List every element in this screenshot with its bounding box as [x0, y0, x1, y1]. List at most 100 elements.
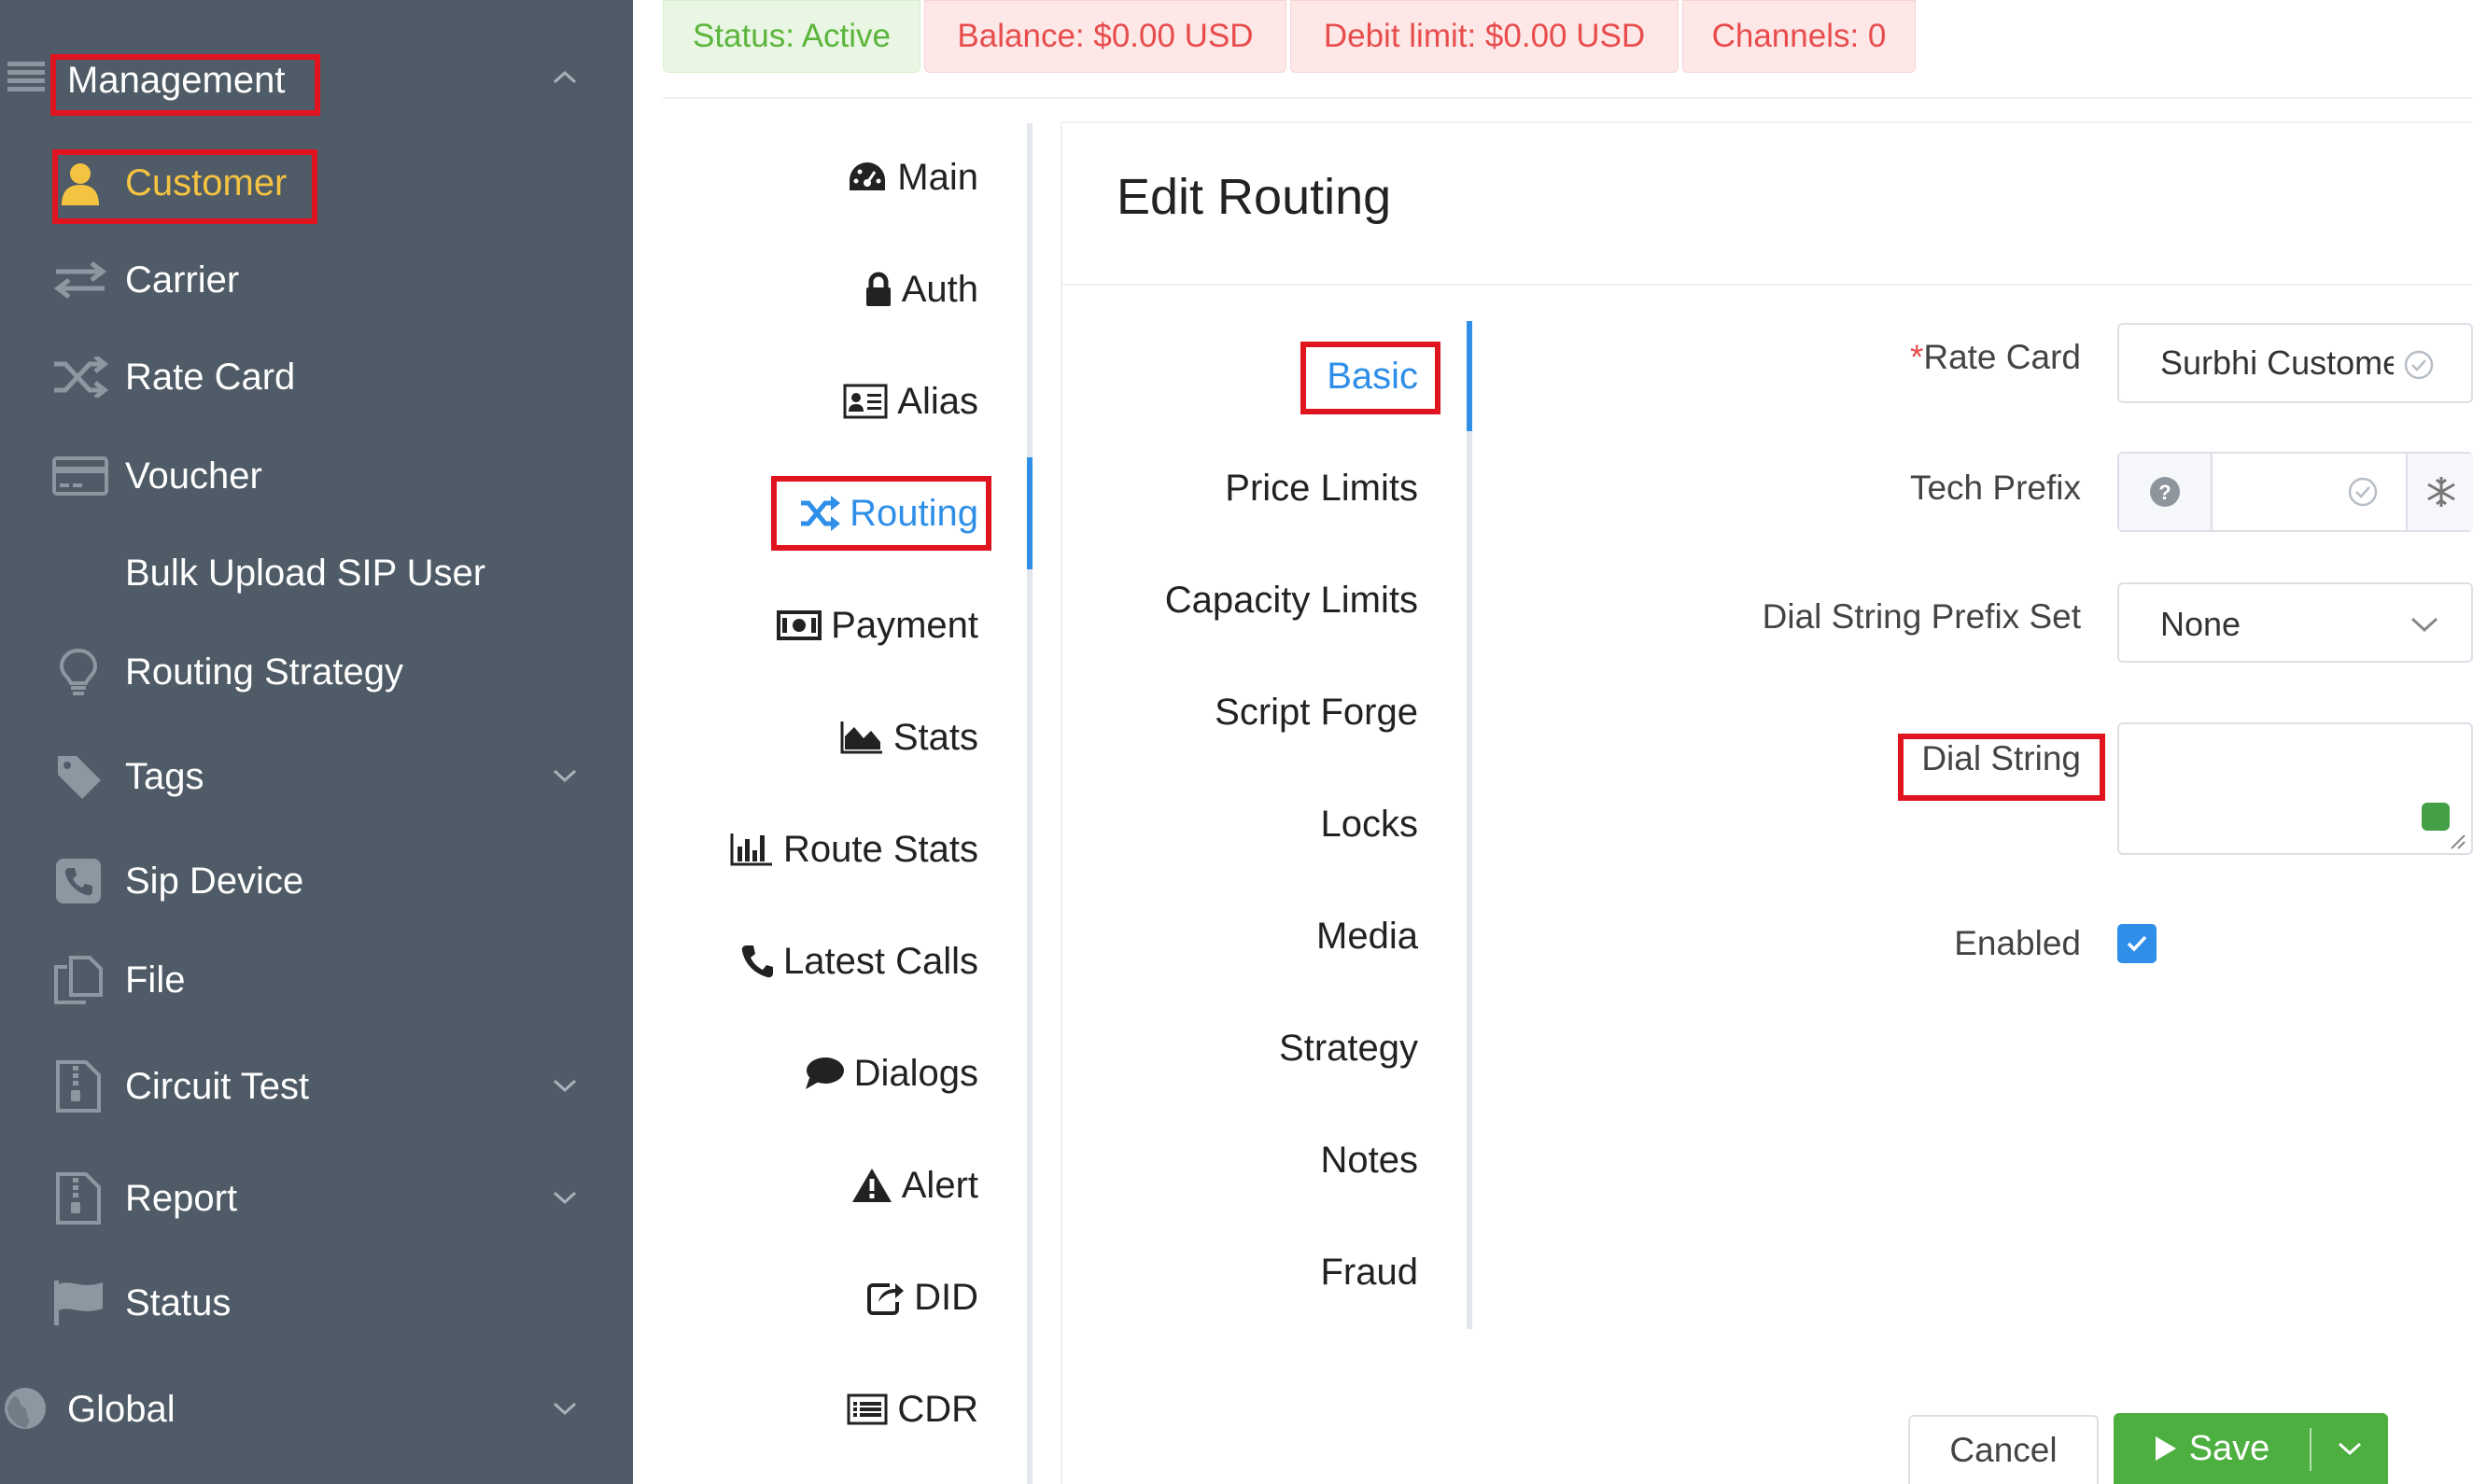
tab-main[interactable]: Main — [847, 145, 978, 210]
tab-label: DID — [914, 1276, 978, 1318]
rate-card-label-row: *Rate Card — [1910, 338, 2081, 377]
save-button-group: Save — [2114, 1413, 2388, 1484]
tab-stats[interactable]: Stats — [839, 705, 978, 770]
subtab-fraud[interactable]: Fraud — [1321, 1239, 1419, 1305]
enabled-checkbox[interactable] — [2117, 924, 2157, 963]
save-label: Save — [2188, 1428, 2270, 1468]
sidebar-item-rate-card[interactable]: Rate Card — [0, 340, 633, 414]
required-mark: * — [1909, 338, 1924, 376]
chevron-up-icon[interactable] — [551, 63, 579, 91]
sidebar-item-voucher[interactable]: Voucher — [0, 439, 633, 513]
left-tabs-rail — [1027, 123, 1033, 1484]
tab-payment[interactable]: Payment — [777, 593, 978, 658]
subtab-media[interactable]: Media — [1316, 903, 1418, 969]
tab-label: Stats — [892, 716, 978, 758]
resize-handle-icon[interactable] — [2450, 833, 2466, 850]
file-zip-icon — [54, 1172, 103, 1225]
flag-icon — [52, 1279, 106, 1327]
highlight-box-dial-string — [1898, 734, 2105, 801]
highlight-box-basic — [1300, 342, 1440, 414]
tab-label: Alert — [901, 1164, 978, 1206]
tab-label: Latest Calls — [783, 940, 978, 982]
sidebar-item-sip-device[interactable]: Sip Device — [0, 844, 633, 918]
sidebar-item-label: Rate Card — [125, 356, 296, 398]
bar-chart-icon — [730, 833, 772, 866]
save-button[interactable]: Save — [2114, 1413, 2310, 1484]
sub-tabs-active-indicator — [1467, 321, 1472, 431]
subtab-script-forge[interactable]: Script Forge — [1215, 679, 1418, 745]
subtab-locks[interactable]: Locks — [1321, 791, 1419, 857]
status-active-badge: Status: Active — [663, 0, 920, 73]
tab-alias[interactable]: Alias — [843, 369, 978, 434]
highlight-box-management — [50, 54, 320, 116]
tab-latest-calls[interactable]: Latest Calls — [740, 929, 978, 994]
rate-card-label: Rate Card — [1923, 338, 2081, 376]
sidebar-item-routing-strategy[interactable]: Routing Strategy — [0, 635, 633, 709]
tab-cdr[interactable]: CDR — [847, 1377, 978, 1442]
snowflake-icon — [2427, 477, 2455, 507]
sidebar-item-report[interactable]: Report — [0, 1161, 633, 1236]
sidebar-item-label: Voucher — [125, 455, 262, 497]
chevron-down-icon — [2410, 617, 2438, 633]
list-alt-icon — [847, 1393, 888, 1425]
subtab-capacity-limits[interactable]: Capacity Limits — [1165, 567, 1418, 633]
chevron-down-icon[interactable] — [551, 1071, 579, 1099]
sidebar-item-label: Tags — [125, 755, 204, 797]
check-circle-icon — [2348, 477, 2378, 507]
tab-dialogs[interactable]: Dialogs — [804, 1041, 978, 1106]
shuffle-icon — [52, 357, 108, 398]
sidebar-item-label: Report — [125, 1177, 238, 1219]
tab-alert[interactable]: Alert — [851, 1153, 978, 1218]
tab-label: Main — [897, 156, 978, 198]
panel-title: Edit Routing — [1117, 169, 1392, 225]
grammarly-badge-icon[interactable] — [2422, 803, 2450, 831]
subtab-price-limits[interactable]: Price Limits — [1225, 455, 1418, 521]
tab-label: CDR — [897, 1388, 978, 1430]
lightbulb-icon — [58, 648, 99, 696]
file-zip-icon — [54, 1060, 103, 1113]
sub-tabs-rail — [1467, 321, 1472, 1329]
sidebar-item-bulk-upload-sip-user[interactable]: Bulk Upload SIP User — [0, 536, 633, 610]
enabled-label: Enabled — [1954, 924, 2081, 962]
tab-did[interactable]: DID — [867, 1265, 978, 1330]
sidebar-item-label: Sip Device — [125, 860, 304, 902]
save-dropdown-toggle[interactable] — [2311, 1413, 2388, 1484]
comment-icon — [805, 1057, 844, 1089]
tab-label: Auth — [901, 268, 978, 310]
sidebar-item-label: Carrier — [125, 259, 240, 301]
sidebar-item-file[interactable]: File — [0, 943, 633, 1017]
list-icon — [6, 58, 47, 99]
credit-card-icon — [52, 455, 108, 497]
sidebar-item-tags[interactable]: Tags — [0, 739, 633, 814]
dial-string-textarea[interactable] — [2117, 722, 2473, 855]
tech-prefix-help-addon[interactable]: ? — [2119, 454, 2213, 530]
dial-prefix-select[interactable]: None — [2117, 582, 2473, 663]
rate-card-select[interactable]: Surbhi Custome — [2117, 323, 2473, 403]
chevron-down-icon[interactable] — [551, 1183, 579, 1211]
chevron-down-icon[interactable] — [551, 1394, 579, 1422]
sidebar-item-carrier[interactable]: Carrier — [0, 243, 633, 317]
sidebar-item-circuit-test[interactable]: Circuit Test — [0, 1049, 633, 1124]
files-icon — [52, 954, 105, 1006]
sidebar-item-status[interactable]: Status — [0, 1266, 633, 1340]
tech-prefix-generate-addon[interactable] — [2406, 454, 2473, 530]
check-circle-icon — [2404, 350, 2434, 380]
tab-label: Route Stats — [782, 828, 978, 870]
lock-icon — [865, 272, 891, 306]
sidebar: Management Customer Carrier Rate Card Vo… — [0, 0, 633, 1484]
sidebar-section-global[interactable]: Global — [0, 1372, 633, 1447]
tab-route-stats[interactable]: Route Stats — [729, 817, 978, 882]
channels-badge: Channels: 0 — [1682, 0, 1916, 73]
subtab-strategy[interactable]: Strategy — [1279, 1015, 1418, 1081]
chevron-down-icon[interactable] — [551, 762, 579, 790]
money-icon — [777, 610, 822, 640]
balance-badge: Balance: $0.00 USD — [924, 0, 1286, 73]
checkmark-icon — [2127, 935, 2147, 952]
cancel-button[interactable]: Cancel — [1908, 1415, 2099, 1484]
subtab-notes[interactable]: Notes — [1321, 1127, 1419, 1193]
phone-icon — [741, 945, 774, 978]
tab-label: Alias — [897, 380, 978, 422]
id-card-icon — [843, 384, 888, 419]
tab-auth[interactable]: Auth — [864, 257, 978, 322]
tab-label: Dialogs — [853, 1052, 978, 1094]
